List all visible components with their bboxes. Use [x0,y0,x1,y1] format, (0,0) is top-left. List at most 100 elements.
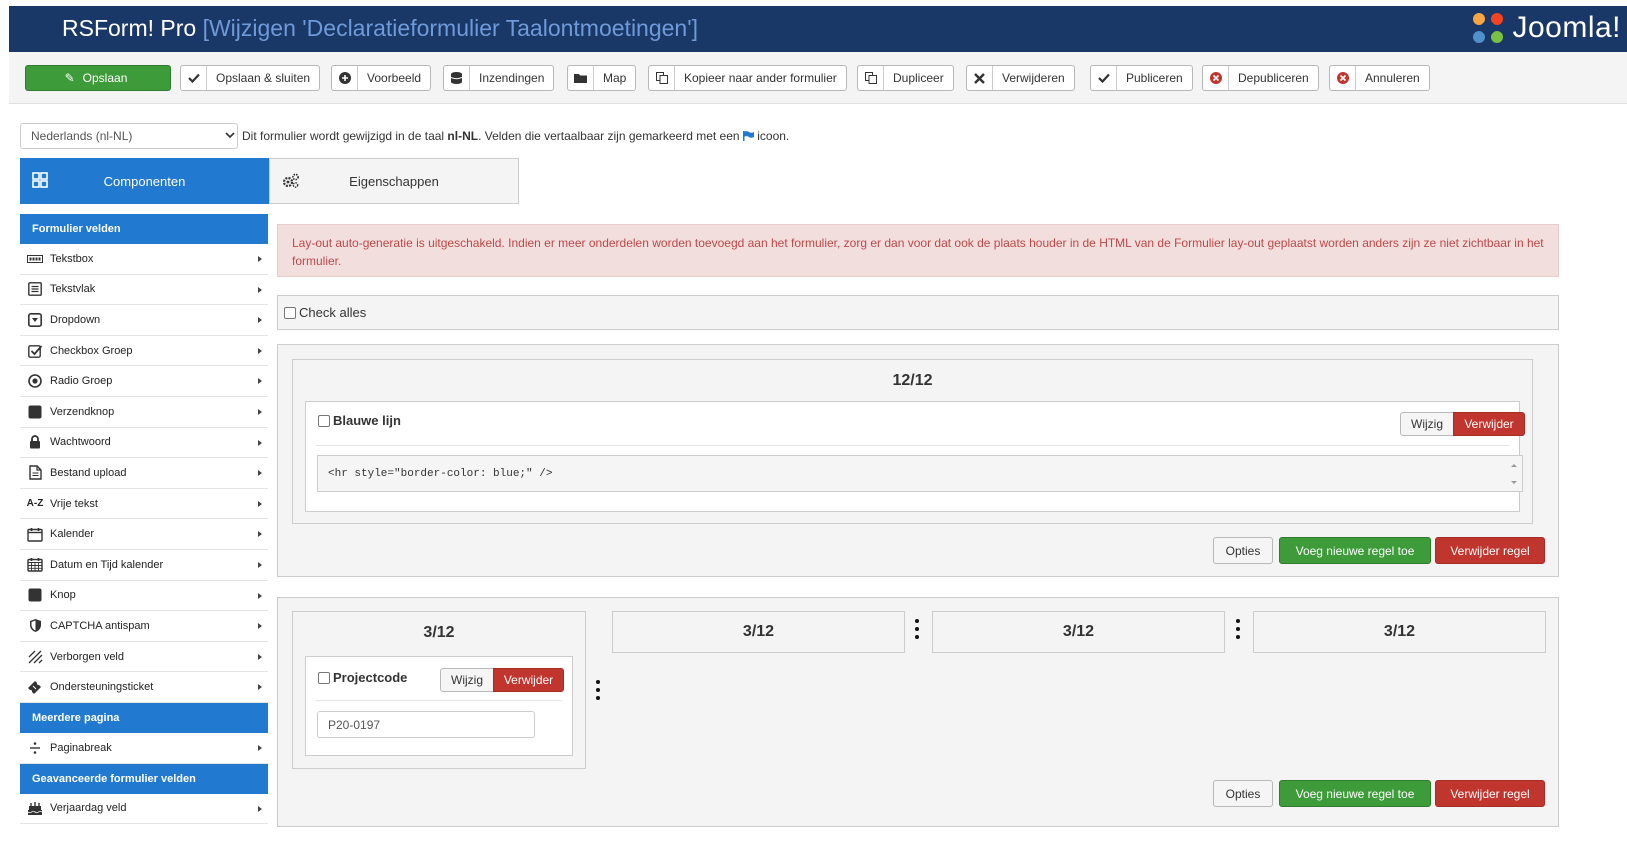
layout-column: 12/12 Blauwe lijn Wijzig Verwijder <hr s… [292,359,1533,524]
plus-circle-icon [332,66,358,90]
language-select[interactable]: Nederlands (nl-NL) [20,123,238,149]
layout-warning-alert: Lay-out auto-generatie is uitgeschakeld.… [277,224,1559,277]
sidebar-item-page-break[interactable]: Paginabreak [20,733,268,764]
calendar-icon [26,525,44,543]
caret-right-icon [258,439,262,446]
sidebar-item-button[interactable]: Knop [20,581,268,612]
sidebar-item-password[interactable]: Wachtwoord [20,428,268,459]
edit-field-button[interactable]: Wijzig [1400,412,1454,436]
duplicate-button[interactable]: Dupliceer [857,65,954,91]
sidebar-section-title: Formulier velden [20,214,268,244]
sidebar-item-free-text[interactable]: A-Z Vrije tekst [20,489,268,520]
toolbar: ✎ Opslaan Opslaan & sluiten Voorbeeld In… [9,52,1627,104]
sidebar-item-datetime-calendar[interactable]: Datum en Tijd kalender [20,550,268,581]
check-icon [181,66,207,90]
divider [316,445,1509,446]
remove-circle-icon [1203,66,1229,90]
check-all-checkbox[interactable] [284,306,296,319]
caret-right-icon [258,561,262,568]
sidebar-item-textbox[interactable]: Tekstbox [20,244,268,275]
check-all-bar: Check alles [277,295,1559,330]
caret-right-icon [258,623,262,630]
publish-button[interactable]: Publiceren [1090,65,1193,91]
layout-column: 3/12 [932,611,1225,653]
preview-button[interactable]: Voorbeeld [331,65,432,91]
joomla-logo[interactable]: Joomla! [1470,10,1621,46]
form-field-card: Projectcode Wijzig Verwijder P20-0197 [305,656,573,756]
edit-field-button[interactable]: Wijzig [440,668,494,692]
components-sidebar: Formulier velden Tekstbox Tekstvlak Drop… [20,214,268,825]
sidebar-item-radio-group[interactable]: Radio Groep [20,366,268,397]
sidebar-item-support-ticket[interactable]: Ondersteuningsticket [20,672,268,703]
column-size-label: 3/12 [423,624,455,641]
caret-right-icon [258,684,262,691]
language-row: Nederlands (nl-NL) Dit formulier wordt g… [20,123,789,149]
delete-row-button[interactable]: Verwijder regel [1435,537,1545,564]
add-row-button[interactable]: Voeg nieuwe regel toe [1279,780,1431,807]
column-size-label: 3/12 [1062,623,1095,640]
submit-icon [26,403,44,421]
column-drag-handle-icon[interactable] [915,619,919,643]
row-options-button[interactable]: Opties [1213,537,1273,564]
folder-icon [568,66,594,90]
sidebar-item-submit-button[interactable]: Verzendknop [20,397,268,428]
duplicate-icon [858,66,884,90]
row-options-button[interactable]: Opties [1213,780,1273,807]
column-size-label: 3/12 [1383,623,1416,640]
sidebar-section-title: Geavanceerde formulier velden [20,763,268,794]
sidebar-item-dropdown[interactable]: Dropdown [20,305,268,336]
html-code-textarea[interactable]: <hr style="border-color: blue;" /> [317,455,1523,492]
caret-right-icon [258,531,262,538]
copy-to-form-button[interactable]: Kopieer naar ander formulier [648,65,847,91]
app-name: RSForm! Pro [62,15,197,41]
delete-row-button[interactable]: Verwijder regel [1435,780,1545,807]
cancel-button[interactable]: Annuleren [1329,65,1430,91]
cake-icon [26,799,44,817]
caret-right-icon [258,286,262,293]
caret-right-icon [258,256,262,262]
sidebar-item-hidden-field[interactable]: Verborgen veld [20,642,268,673]
field-checkbox[interactable] [318,414,330,427]
add-row-button[interactable]: Voeg nieuwe regel toe [1279,537,1431,564]
tab-properties[interactable]: Eigenschappen [269,158,519,204]
field-name: Blauwe lijn [318,413,401,428]
layout-column: 3/12 [612,611,905,653]
column-size-label: 12/12 [892,372,933,389]
caret-right-icon [258,805,262,812]
file-icon [26,464,44,482]
divider [316,700,562,701]
copy-icon [649,66,675,90]
sidebar-item-checkbox-group[interactable]: Checkbox Groep [20,336,268,367]
language-note: Dit formulier wordt gewijzigd in de taal… [242,129,790,143]
caret-right-icon [258,592,262,599]
layout-column: 3/12 Projectcode Wijzig Verwijder P20-01… [292,611,586,769]
sidebar-item-captcha[interactable]: CAPTCHA antispam [20,611,268,642]
check-all-label: Check alles [299,305,367,320]
sidebar-item-calendar[interactable]: Kalender [20,519,268,550]
layout-row: 3/12 Projectcode Wijzig Verwijder P20-01… [277,597,1559,827]
column-drag-handle-icon[interactable] [1236,619,1240,643]
sidebar-item-textarea[interactable]: Tekstvlak [20,275,268,306]
sidebar-section-title: Meerdere pagina [20,702,268,733]
folder-button[interactable]: Map [567,65,637,91]
caret-right-icon [258,744,262,751]
delete-button[interactable]: Verwijderen [966,65,1075,91]
save-close-button[interactable]: Opslaan & sluiten [180,65,321,91]
submissions-button[interactable]: Inzendingen [443,65,555,91]
sidebar-item-birthday-field[interactable]: Verjaardag veld [20,794,268,825]
scrollbar-arrows-icon[interactable] [1508,460,1520,488]
field-checkbox[interactable] [318,671,330,684]
database-icon [444,66,470,90]
tab-components[interactable]: Componenten [20,158,269,204]
projectcode-input[interactable]: P20-0197 [317,711,535,738]
save-button[interactable]: ✎ Opslaan [25,65,171,91]
remove-field-button[interactable]: Verwijder [1453,412,1525,436]
caret-right-icon [258,317,262,324]
logo-text: Joomla! [1512,11,1621,44]
dropdown-icon [26,311,44,329]
unpublish-button[interactable]: Depubliceren [1202,65,1319,91]
sidebar-item-file-upload[interactable]: Bestand upload [20,458,268,489]
remove-field-button[interactable]: Verwijder [493,668,564,692]
page-subtitle: [Wijzigen 'Declaratieformulier Taalontmo… [202,15,698,41]
column-drag-handle-icon[interactable] [596,680,600,704]
